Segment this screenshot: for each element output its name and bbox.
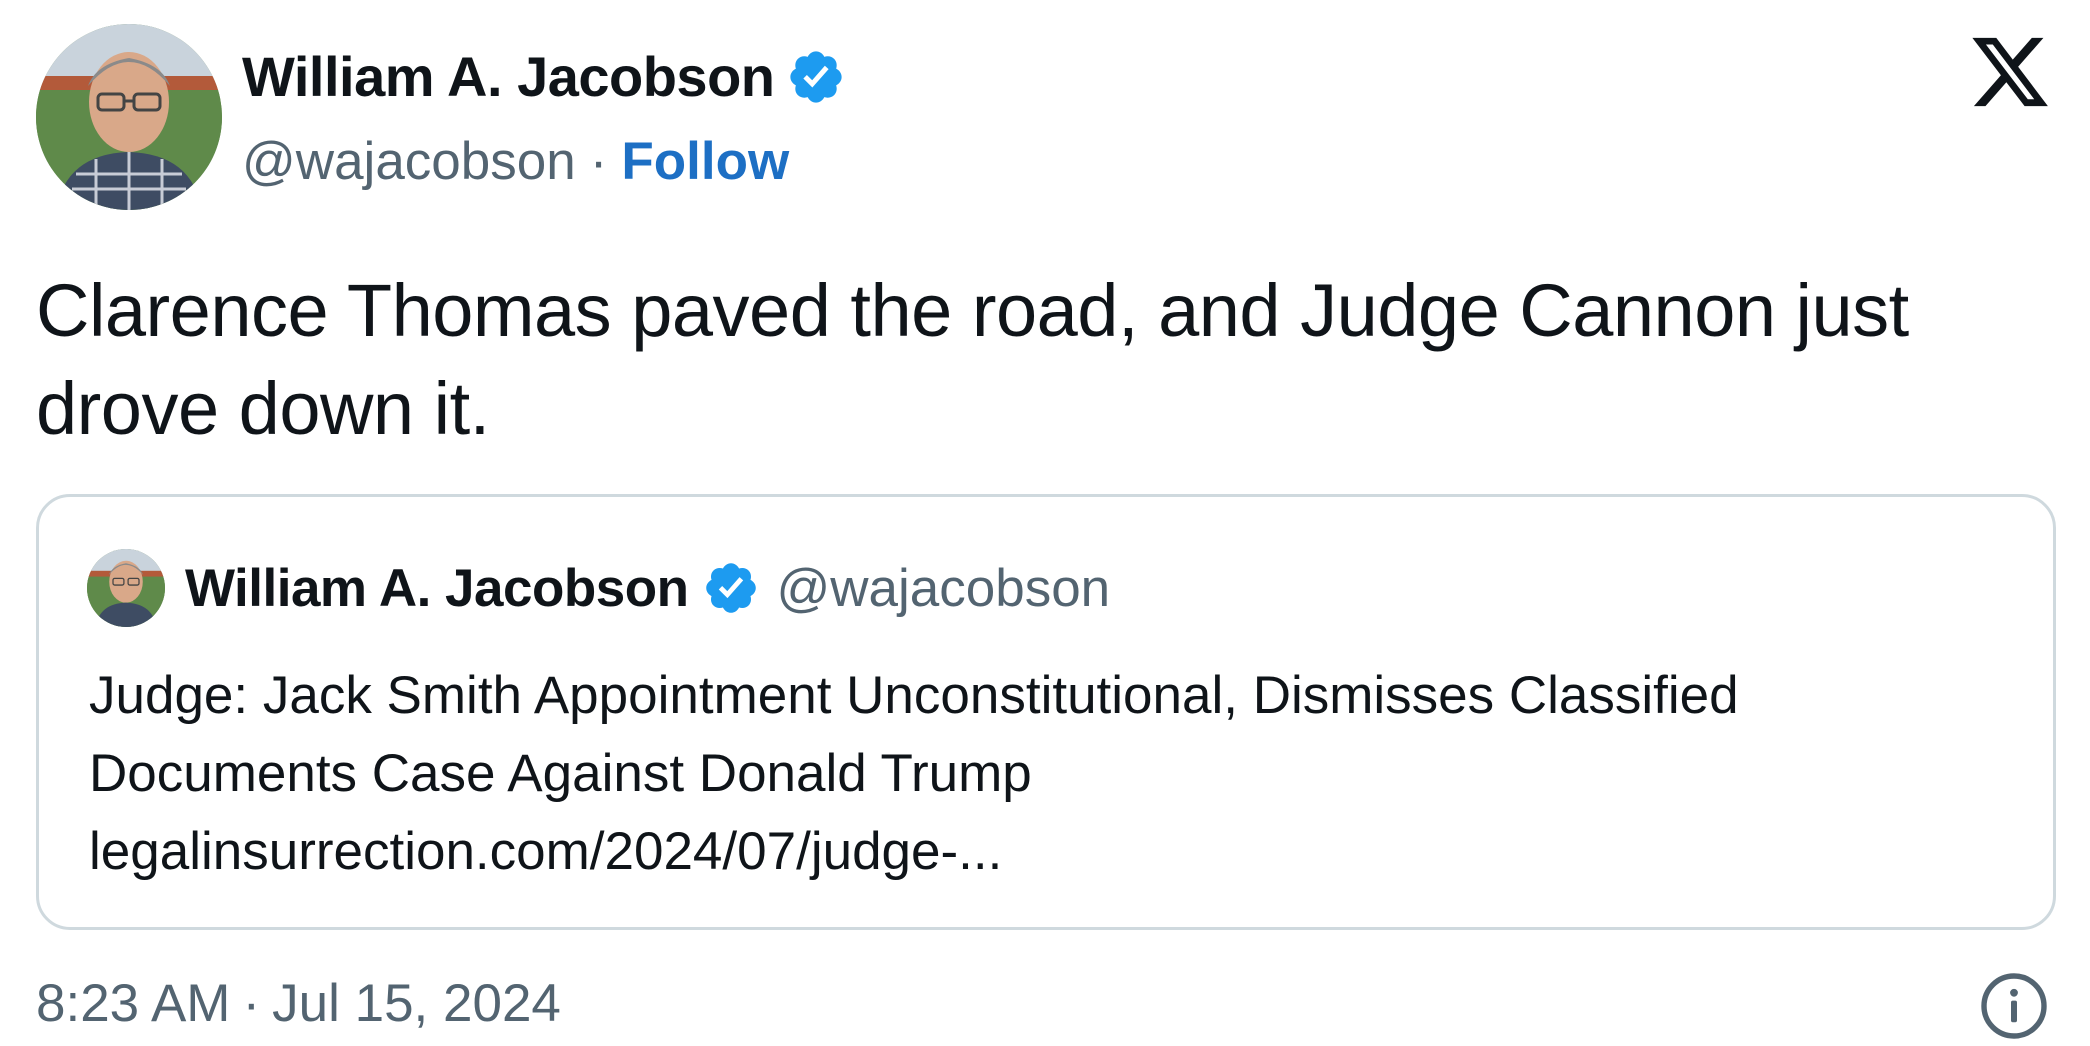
quoted-text-line: Judge: Jack Smith Appointment Unconstitu… <box>89 666 1739 725</box>
separator-dot: · <box>242 974 261 1033</box>
x-logo-icon[interactable] <box>1966 30 2054 114</box>
author-name[interactable]: William A. Jacobson <box>242 44 775 110</box>
author-handle[interactable]: @wajacobson <box>242 130 576 194</box>
avatar-photo <box>87 549 165 627</box>
tweet-timestamp[interactable]: 8:23 AM · Jul 15, 2024 <box>36 972 561 1036</box>
follow-button[interactable]: Follow <box>621 130 789 194</box>
tweet-card: William A. Jacobson @wajacobson · Follow… <box>0 0 2090 1046</box>
quoted-tweet-header: William A. Jacobson @wajacobson <box>87 549 1110 627</box>
quoted-link[interactable]: legalinsurrection.com/2024/07/judge-... <box>89 813 2009 891</box>
quoted-author-handle: @wajacobson <box>776 558 1111 618</box>
quoted-text-line: Documents Case Against Donald Trump <box>89 744 1032 803</box>
verified-badge-icon <box>790 51 843 103</box>
timestamp-time: 8:23 AM <box>36 974 231 1033</box>
avatar-photo <box>36 24 222 210</box>
separator-dot: · <box>589 132 608 191</box>
quoted-tweet-text: Judge: Jack Smith Appointment Unconstitu… <box>89 657 2009 891</box>
quoted-author-avatar <box>87 549 165 627</box>
timestamp-date: Jul 15, 2024 <box>272 974 561 1033</box>
quoted-author-name: William A. Jacobson <box>185 558 689 618</box>
tweet-text: Clarence Thomas paved the road, and Judg… <box>36 269 1909 450</box>
info-icon[interactable] <box>1978 970 2050 1042</box>
author-name-row: William A. Jacobson <box>242 44 846 110</box>
verified-badge-icon <box>706 563 757 613</box>
author-avatar[interactable] <box>36 24 222 210</box>
author-handle-row: @wajacobson · Follow <box>242 130 789 194</box>
quoted-tweet[interactable]: William A. Jacobson @wajacobson Judge: J… <box>36 494 2056 930</box>
